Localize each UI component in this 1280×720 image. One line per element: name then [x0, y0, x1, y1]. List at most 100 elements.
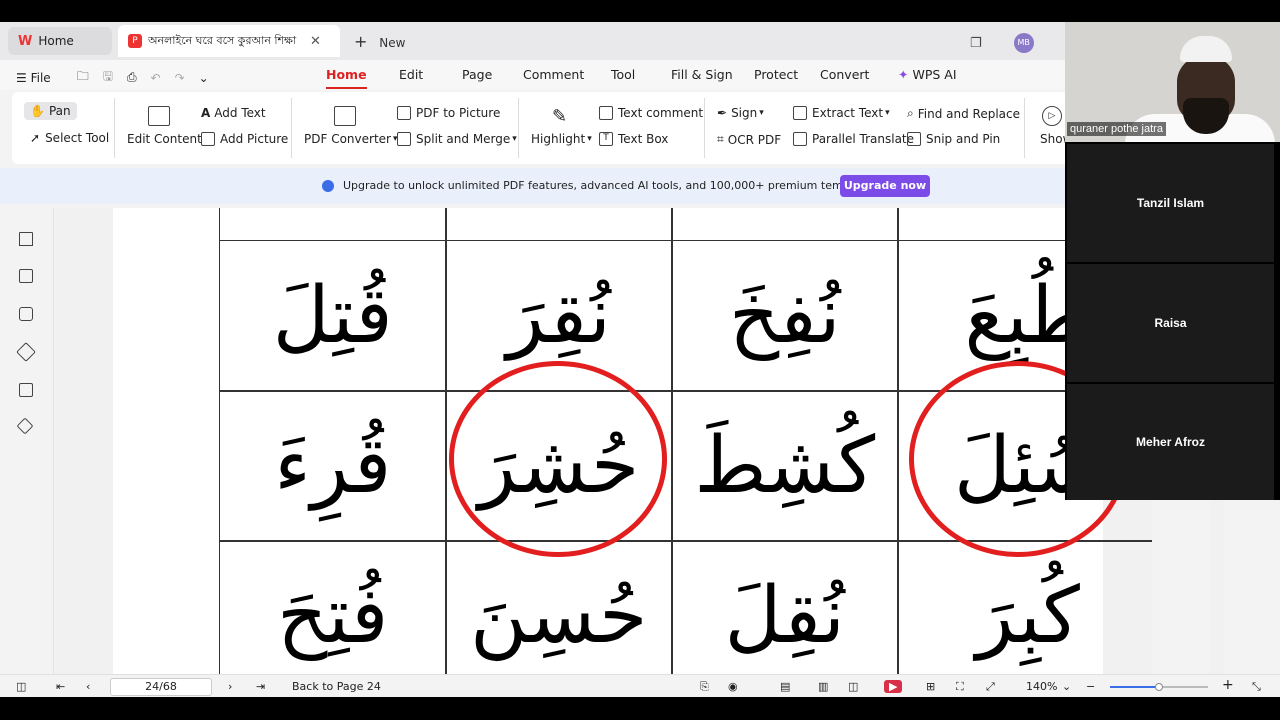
bookmark-icon[interactable]	[19, 232, 33, 246]
pen-icon: ✒	[717, 106, 728, 120]
fit-width-icon[interactable]: ⛶	[956, 680, 964, 694]
extract-text-icon	[793, 106, 807, 120]
edit-content-button[interactable]: Edit Content	[127, 132, 202, 146]
new-tab-button[interactable]: + New	[354, 32, 405, 51]
thumbnail-icon[interactable]	[19, 269, 33, 283]
save-icon[interactable]: 🖫	[103, 67, 113, 88]
menu-tab-home[interactable]: Home	[326, 67, 367, 89]
menu-tab-protect[interactable]: Protect	[754, 67, 798, 82]
zoom-in-icon[interactable]: +	[1222, 677, 1234, 693]
ocr-pdf-label: OCR PDF	[727, 132, 782, 147]
pdf-converter-label: PDF Converter	[304, 132, 391, 146]
chevron-down-icon: ▾	[759, 108, 764, 118]
menu-tab-page[interactable]: Page	[462, 67, 492, 82]
select-tool-button[interactable]: ➚ Select Tool	[30, 131, 109, 145]
snip-and-pin-button[interactable]: Snip and Pin	[907, 132, 1000, 146]
tab-home[interactable]: W Home	[8, 27, 112, 55]
comment-icon[interactable]	[19, 307, 33, 321]
first-page-icon[interactable]: ⇤	[56, 680, 65, 693]
avatar[interactable]: MB	[1013, 33, 1034, 53]
text-box-icon: T	[599, 132, 613, 146]
pdf-to-picture-button[interactable]: PDF to Picture	[397, 106, 500, 120]
previous-page-icon[interactable]: ‹	[86, 680, 90, 693]
add-picture-label: Add Picture	[220, 132, 289, 146]
menu-tab-comment[interactable]: Comment	[523, 67, 584, 82]
zoom-slider-knob[interactable]	[1155, 683, 1163, 691]
menu-tab-fill-sign[interactable]: Fill & Sign	[671, 67, 733, 82]
pdf-file-icon: P	[128, 34, 142, 48]
quick-access-toolbar: ☰ File 🗀 🖫 ⎙ ↶ ↷ ⌄	[16, 67, 209, 88]
parallel-translate-button[interactable]: Parallel Translate	[793, 132, 914, 146]
two-page-icon[interactable]: ◫	[848, 680, 858, 693]
table-cell: نُقِلَ	[671, 540, 899, 674]
text-comment-label: Text comment	[618, 106, 704, 120]
highlight-button[interactable]: Highlight ▾	[531, 132, 592, 146]
left-sidebar	[0, 208, 54, 674]
redo-icon[interactable]: ↷	[175, 71, 185, 85]
back-to-page-link[interactable]: Back to Page 24	[292, 680, 381, 693]
toggle-sidebar-icon[interactable]: ◫	[16, 680, 26, 693]
upgrade-now-button[interactable]: Upgrade now	[840, 175, 930, 197]
menu-tab-wps-ai-label: WPS AI	[912, 67, 957, 82]
open-folder-icon[interactable]: 🗀	[77, 67, 89, 88]
text-box-button[interactable]: T Text Box	[599, 132, 668, 146]
pan-button[interactable]: ✋ Pan	[24, 102, 77, 120]
sign-button[interactable]: ✒ Sign ▾	[717, 106, 764, 120]
single-page-icon[interactable]: ▤	[780, 680, 790, 693]
fit-page-icon[interactable]: ⎘	[700, 680, 709, 694]
eye-icon[interactable]: ◉	[728, 680, 738, 693]
ribbon-divider	[704, 98, 705, 158]
red-circle-annotation[interactable]	[449, 361, 667, 557]
menu-tab-edit[interactable]: Edit	[399, 67, 423, 82]
next-page-icon[interactable]: ›	[228, 680, 232, 693]
add-picture-button[interactable]: Add Picture	[201, 132, 288, 146]
grid-view-icon[interactable]: ⊞	[926, 680, 935, 693]
text-comment-button[interactable]: Text comment	[599, 106, 703, 120]
attachment-icon[interactable]	[16, 342, 36, 362]
search-icon: ⌕	[907, 106, 914, 120]
chevron-down-icon[interactable]: ⌄	[199, 71, 209, 85]
zoom-slider[interactable]	[1110, 683, 1208, 691]
ribbon-toolbar: ✋ Pan ➚ Select Tool Edit Content A Add Text…	[12, 92, 1072, 164]
zoom-dropdown-icon[interactable]: ⌄	[1062, 680, 1071, 693]
expand-icon[interactable]: ⤡	[1252, 680, 1261, 694]
menu-tab-wps-ai[interactable]: ✦ WPS AI	[898, 67, 957, 82]
active-speaker-video[interactable]: quraner pothe jatra	[1065, 22, 1280, 142]
layers-icon[interactable]	[16, 417, 34, 435]
undo-icon[interactable]: ↶	[151, 71, 161, 85]
page-number-input[interactable]: 24/68	[110, 678, 212, 696]
zoom-level[interactable]: 140%	[1026, 680, 1057, 693]
split-merge-icon	[397, 132, 411, 146]
find-and-replace-label: Find and Replace	[917, 106, 1020, 121]
last-page-icon[interactable]: ⇥	[256, 680, 265, 693]
table-column-divider	[897, 208, 899, 240]
full-screen-icon[interactable]: ⤢	[986, 680, 995, 694]
ocr-pdf-button[interactable]: ⌗ OCR PDF	[717, 132, 781, 147]
split-and-merge-button[interactable]: Split and Merge ▾	[397, 132, 517, 146]
translate-icon	[793, 132, 807, 146]
print-icon[interactable]: ⎙	[127, 70, 137, 85]
highlighter-icon: ✎	[552, 106, 568, 127]
find-and-replace-button[interactable]: ⌕ Find and Replace	[907, 106, 1020, 121]
participant-tile[interactable]: Tanzil Islam	[1067, 144, 1274, 262]
menu-tab-convert[interactable]: Convert	[820, 67, 869, 82]
pdf-converter-button[interactable]: PDF Converter ▾	[304, 132, 398, 146]
participant-tile[interactable]: Raisa	[1067, 264, 1274, 382]
add-text-button[interactable]: A Add Text	[201, 106, 266, 120]
zoom-out-icon[interactable]: −	[1086, 680, 1095, 693]
play-slideshow-icon[interactable]: ▶	[884, 680, 903, 693]
table-cell: حُسِنَ	[445, 540, 673, 674]
continuous-page-icon[interactable]: ▥	[818, 680, 828, 693]
hand-icon: ✋	[30, 104, 45, 118]
close-tab-icon[interactable]: ✕	[310, 34, 321, 49]
menu-tab-tool[interactable]: Tool	[611, 67, 635, 82]
new-tab-label: New	[379, 36, 406, 50]
tab-document[interactable]: P অনলাইনে ঘরে বসে কুরআন শিক্ষা ✕	[118, 25, 340, 57]
participant-tile[interactable]: Meher Afroz	[1067, 384, 1274, 500]
signature-icon[interactable]	[19, 383, 33, 397]
document-viewport[interactable]: طُبِعَ نُفِخَ نُقِرَ قُتِلَ سُئِلَ كُشِطَ حُشِ…	[55, 208, 1152, 674]
restore-window-icon[interactable]: ❐	[970, 36, 982, 51]
extract-text-button[interactable]: Extract Text ▾	[793, 106, 890, 120]
participant-name: Raisa	[1154, 316, 1187, 330]
file-menu[interactable]: ☰ File	[16, 71, 51, 85]
